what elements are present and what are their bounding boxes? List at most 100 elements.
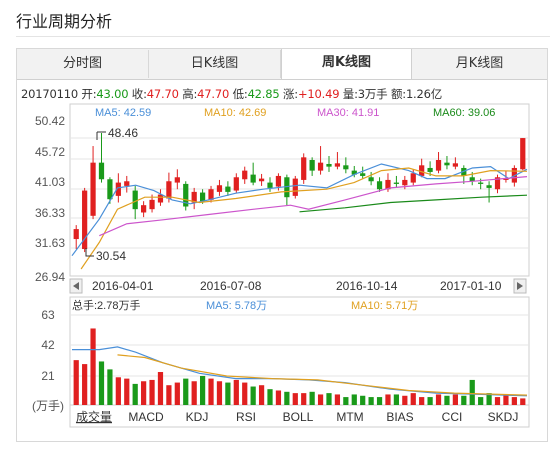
volume-bar (326, 393, 332, 405)
volume-bar (368, 397, 374, 405)
volume-bar (452, 394, 458, 405)
volume-bar (444, 395, 450, 405)
candle-down (393, 182, 400, 184)
volume-bar (410, 393, 416, 405)
volume-bar (115, 377, 121, 405)
volume-bar (124, 378, 130, 405)
candle-down (98, 162, 105, 180)
ma5-line (71, 163, 528, 257)
volume-bar (98, 361, 105, 405)
volume-bar (351, 394, 357, 405)
volume-bar (267, 389, 273, 405)
candle-up (141, 205, 147, 213)
price-tick-label: 41.03 (35, 175, 65, 189)
date-tick-label: 2016-10-14 (336, 279, 398, 293)
low-annotation: 30.54 (96, 249, 126, 263)
candle-down (132, 190, 138, 210)
volume-bar (166, 385, 172, 405)
volume-bar (233, 379, 239, 405)
candle-down (326, 163, 332, 167)
volume-bar (317, 394, 324, 405)
price-tick-label: 26.94 (35, 270, 65, 284)
candle-down (199, 192, 206, 202)
volume-bar (435, 394, 442, 405)
volume-ma10-legend: MA10: 5.71万 (351, 300, 418, 312)
volume-bar (360, 395, 366, 405)
candle-up (216, 185, 223, 192)
volume-bar (107, 369, 113, 405)
volume-tick-label: 42 (41, 338, 55, 352)
candle-up (317, 162, 324, 171)
candle-up (402, 179, 408, 186)
indicator-tab-mtm[interactable]: MTM (336, 410, 363, 424)
volume-bar (385, 394, 391, 405)
kline-chart: 50.42 45.72 41.03 36.33 31.63 26.94 MA5:… (32, 103, 530, 428)
price-tick-label: 50.42 (35, 114, 65, 128)
date-tick-label: 2016-07-08 (200, 279, 262, 293)
volume-bar (478, 397, 484, 405)
volume-bar (183, 378, 189, 405)
candle-up (410, 173, 416, 183)
candle-down (343, 165, 349, 170)
candle-up (149, 199, 155, 210)
volume-unit-label: (万手) (32, 399, 64, 413)
ma30-line (99, 176, 528, 237)
indicator-tab-bias[interactable]: BIAS (386, 410, 413, 424)
candle-up (452, 163, 458, 167)
candle-down (478, 182, 484, 184)
indicator-tab-macd[interactable]: MACD (128, 410, 164, 424)
candle-down (250, 174, 256, 183)
indicator-tab-skdj[interactable]: SKDJ (488, 410, 519, 424)
volume-bar (376, 397, 383, 405)
indicator-tab-kdj[interactable]: KDJ (186, 410, 209, 424)
ma10-legend: MA10: 42.69 (204, 107, 266, 119)
ma60-line (299, 194, 528, 213)
volume-bar (208, 378, 214, 405)
indicator-tab-rsi[interactable]: RSI (236, 410, 256, 424)
price-tick-label: 36.33 (35, 206, 65, 220)
volume-total-legend: 总手:2.78万手 (72, 298, 140, 312)
volume-tick-label: 63 (41, 308, 55, 322)
candle-down (309, 159, 315, 171)
candle-down (427, 167, 433, 172)
candle-up (435, 159, 442, 171)
volume-bar (461, 395, 467, 405)
indicator-tabs: 成交量 MACD KDJ RSI BOLL MTM BIAS CCI SKDJ (76, 409, 518, 424)
candle-up (242, 170, 248, 180)
candle-up (258, 178, 265, 182)
volume-bar (225, 382, 231, 405)
volume-ma5-legend: MA5: 5.78万 (206, 300, 267, 312)
indicator-tab-boll[interactable]: BOLL (283, 410, 314, 424)
ma-lines-group (71, 163, 528, 270)
volume-bar (393, 394, 400, 405)
indicator-tab-volume[interactable]: 成交量 (76, 409, 112, 424)
price-plot-frame (69, 103, 530, 277)
candle-up (292, 178, 298, 196)
volume-bar (82, 364, 88, 405)
volume-bar (334, 394, 341, 405)
volume-bar (275, 390, 282, 405)
candle-down (267, 182, 273, 188)
volume-bar (216, 381, 223, 405)
indicator-tab-cci[interactable]: CCI (442, 410, 463, 424)
volume-bar (157, 372, 164, 405)
volume-bar (132, 383, 138, 405)
candle-up (124, 181, 130, 186)
volume-tick-label: 21 (41, 369, 55, 383)
date-tick-label: 2017-01-10 (440, 279, 502, 293)
candle-down (486, 185, 492, 188)
volume-bar (90, 328, 96, 405)
date-tick-label: 2016-04-01 (92, 279, 154, 293)
candle-down (107, 179, 113, 200)
volume-bar (503, 394, 509, 405)
price-tick-label: 31.63 (35, 236, 65, 250)
candle-up (166, 181, 172, 199)
candle-up (334, 163, 341, 167)
volume-bar (292, 393, 298, 405)
volume-bar (141, 381, 147, 405)
volume-bar (343, 397, 349, 405)
candle-down (444, 162, 450, 166)
candle-down (225, 186, 231, 192)
candle-up (301, 157, 307, 180)
candle-up (157, 194, 164, 203)
